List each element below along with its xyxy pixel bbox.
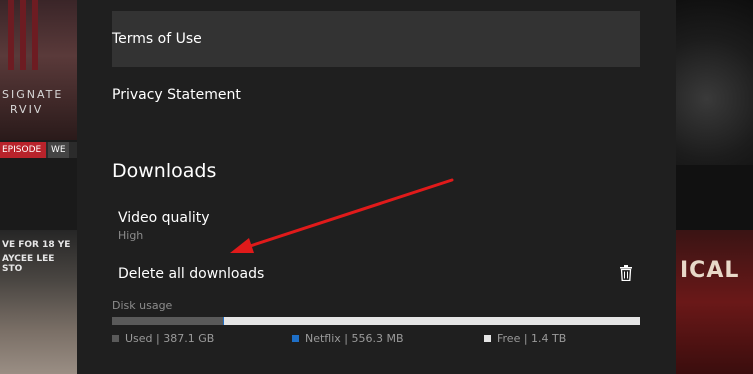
used-swatch: [112, 335, 119, 342]
legend-netflix-text: Netflix | 556.3 MB: [305, 332, 404, 345]
background-right: ICAL: [676, 0, 753, 374]
downloads-section-title: Downloads: [112, 160, 217, 182]
netflix-swatch: [292, 335, 299, 342]
poster-episode-tag: EPISODE WE: [0, 142, 77, 158]
legend-used: Used | 387.1 GB: [112, 332, 214, 345]
poster-red-title[interactable]: ICAL: [676, 230, 753, 374]
terms-of-use-link[interactable]: Terms of Use: [112, 11, 640, 67]
disk-usage-bar: [112, 317, 640, 325]
privacy-statement-link[interactable]: Privacy Statement: [112, 67, 640, 123]
video-quality-value: High: [118, 229, 144, 242]
poster-b-line-1: VE FOR 18 YE: [2, 240, 71, 250]
legend-free: Free | 1.4 TB: [484, 332, 566, 345]
legend-free-text: Free | 1.4 TB: [497, 332, 567, 345]
disk-usage-label: Disk usage: [112, 299, 173, 312]
delete-all-downloads-label: Delete all downloads: [118, 266, 265, 282]
video-quality-setting[interactable]: Video quality High: [118, 210, 210, 242]
poster-b-line-2: AYCEE LEE STO: [2, 254, 55, 274]
poster-text-line-1: SIGNATE: [2, 88, 64, 101]
poster-d-title: ICAL: [680, 258, 740, 283]
video-quality-label: Video quality: [118, 210, 210, 226]
disk-used-segment: [112, 317, 223, 325]
legend-used-text: Used | 387.1 GB: [125, 332, 215, 345]
poster-documentary[interactable]: VE FOR 18 YE AYCEE LEE STO: [0, 230, 77, 374]
week-badge: WE: [48, 142, 69, 158]
trash-icon[interactable]: [620, 265, 632, 281]
poster-text-line-2: RVIV: [10, 103, 44, 116]
settings-panel: Terms of Use Privacy Statement Downloads…: [77, 0, 676, 374]
poster-dark-figure[interactable]: [676, 0, 753, 165]
episode-badge: EPISODE: [0, 142, 46, 158]
privacy-statement-label: Privacy Statement: [112, 87, 241, 103]
free-swatch: [484, 335, 491, 342]
background-left: SIGNATE RVIV EPISODE WE VE FOR 18 YE AYC…: [0, 0, 77, 374]
legend-netflix: Netflix | 556.3 MB: [292, 332, 404, 345]
terms-of-use-label: Terms of Use: [112, 31, 202, 47]
delete-all-downloads-setting[interactable]: Delete all downloads: [118, 266, 264, 282]
poster-designated-survivor[interactable]: SIGNATE RVIV: [0, 0, 77, 140]
disk-netflix-segment: [223, 317, 224, 325]
